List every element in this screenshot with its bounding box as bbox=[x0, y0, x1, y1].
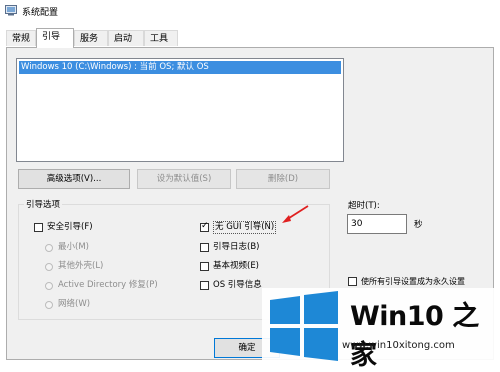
base-video-label: 基本视频(E) bbox=[213, 261, 260, 271]
boot-entry-row[interactable]: Windows 10 (C:\Windows) : 当前 OS; 默认 OS bbox=[19, 61, 341, 74]
checkbox-box[interactable] bbox=[200, 262, 209, 271]
active-directory-label: Active Directory 修复(P) bbox=[58, 280, 158, 290]
network-label: 网络(W) bbox=[58, 299, 91, 309]
boot-log-label: 引导日志(B) bbox=[213, 242, 260, 252]
tab-boot[interactable]: 引导 bbox=[36, 28, 74, 48]
radio-dot[interactable] bbox=[45, 301, 53, 309]
boot-entry-list[interactable]: Windows 10 (C:\Windows) : 当前 OS; 默认 OS bbox=[16, 58, 344, 162]
red-arrow-annotation bbox=[282, 205, 309, 223]
advanced-options-button[interactable]: 高级选项(V)... bbox=[18, 169, 130, 189]
radio-dot[interactable] bbox=[45, 263, 53, 271]
tab-tools[interactable]: 工具 bbox=[144, 30, 178, 46]
msconfig-app-icon bbox=[5, 5, 17, 16]
checkbox-box[interactable] bbox=[34, 223, 43, 232]
delete-button[interactable]: 删除(D) bbox=[236, 169, 330, 189]
make-permanent-checkbox[interactable]: 使所有引导设置成为永久设置 bbox=[348, 276, 488, 288]
win10-watermark: Win10 之家 www.win10xitong.com bbox=[262, 288, 500, 371]
checkbox-box[interactable] bbox=[348, 277, 357, 286]
alternate-shell-label: 其他外壳(L) bbox=[58, 261, 104, 271]
checkbox-box-checked[interactable] bbox=[200, 221, 209, 232]
radio-dot[interactable] bbox=[45, 282, 53, 290]
title-bar: 系统配置 bbox=[0, 0, 500, 22]
tab-general[interactable]: 常规 bbox=[6, 30, 36, 46]
timeout-input[interactable]: 30 bbox=[347, 214, 407, 234]
tab-startup[interactable]: 启动 bbox=[108, 30, 144, 46]
watermark-title: Win10 之家 bbox=[350, 301, 479, 371]
minimal-label: 最小(M) bbox=[58, 242, 89, 252]
safe-boot-label: 安全引导(F) bbox=[47, 222, 93, 232]
timeout-label: 超时(T): bbox=[348, 201, 380, 211]
boot-options-title: 引导选项 bbox=[24, 198, 63, 210]
no-gui-boot-label: 无 GUI 引导(N) bbox=[213, 221, 277, 234]
os-boot-info-label: OS 引导信息 bbox=[213, 280, 262, 290]
make-permanent-label: 使所有引导设置成为永久设置 bbox=[361, 277, 465, 286]
window-title: 系统配置 bbox=[22, 8, 59, 18]
set-default-button[interactable]: 设为默认值(S) bbox=[137, 169, 231, 189]
radio-dot[interactable] bbox=[45, 244, 53, 252]
tab-services[interactable]: 服务 bbox=[74, 30, 108, 46]
checkbox-box[interactable] bbox=[200, 281, 209, 290]
watermark-url: www.win10xitong.com bbox=[342, 340, 455, 351]
timeout-unit: 秒 bbox=[414, 220, 423, 230]
windows-logo-icon bbox=[270, 291, 338, 361]
checkbox-box[interactable] bbox=[200, 243, 209, 252]
